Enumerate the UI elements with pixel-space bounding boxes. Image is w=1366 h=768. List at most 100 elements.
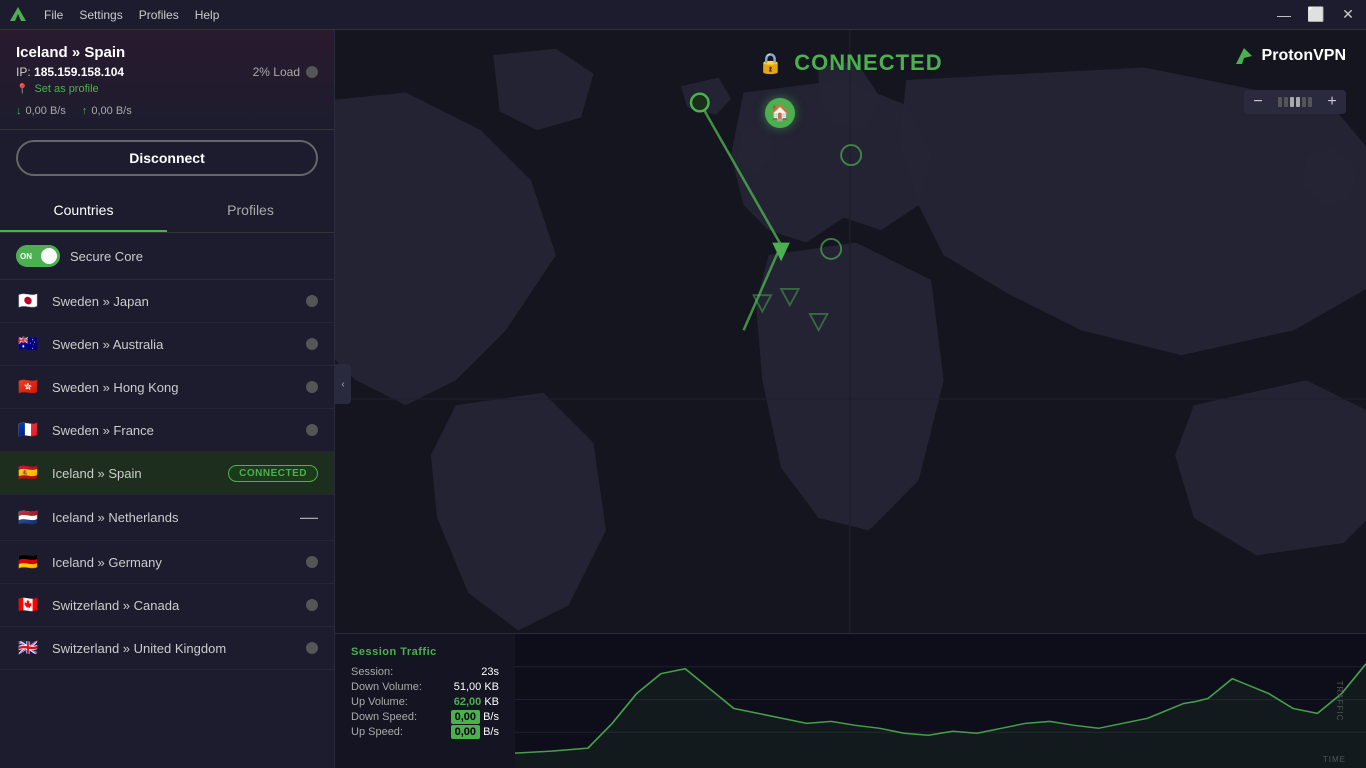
home-pin: 🏠 — [765, 98, 795, 128]
server-name: Iceland » Germany — [52, 555, 306, 570]
traffic-chart-svg — [515, 634, 1366, 768]
server-item[interactable]: 🇳🇱 Iceland » Netherlands — — [0, 495, 334, 541]
server-name: Iceland » Spain — [52, 466, 228, 481]
main-layout: Iceland » Spain IP: 185.159.158.104 2% L… — [0, 30, 1366, 768]
proton-logo-icon — [8, 5, 28, 25]
down-speed-value: 0,00 B/s — [26, 105, 66, 117]
up-volume-value: 62,00 KB — [454, 696, 499, 708]
up-volume-row: Up Volume: 62,00 KB — [351, 696, 499, 708]
flag-icon: 🇫🇷 — [16, 421, 40, 439]
ip-label: IP: — [16, 65, 31, 79]
up-speed-stat: 0,00 B/s — [451, 726, 499, 738]
down-volume-row: Down Volume: 51,00 KB — [351, 681, 499, 693]
menu-help[interactable]: Help — [195, 8, 220, 22]
zoom-seg — [1308, 97, 1312, 107]
server-load-indicator — [306, 599, 318, 611]
protonvpn-label: ProtonVPN — [1262, 47, 1346, 65]
server-load-indicator — [306, 642, 318, 654]
down-volume-value: 51,00 KB — [454, 681, 499, 693]
titlebar-menu: File Settings Profiles Help — [44, 8, 219, 22]
server-item[interactable]: 🇩🇪 Iceland » Germany — [0, 541, 334, 584]
up-speed-row: Up Speed: 0,00 B/s — [351, 726, 499, 738]
server-name: Sweden » Australia — [52, 337, 306, 352]
server-item[interactable]: 🇫🇷 Sweden » France — [0, 409, 334, 452]
flag-icon: 🇩🇪 — [16, 553, 40, 571]
ip-value: 185.159.158.104 — [34, 65, 124, 79]
server-name: Sweden » Japan — [52, 294, 306, 309]
flag-icon: 🇬🇧 — [16, 639, 40, 657]
server-name: Iceland » Netherlands — [52, 510, 300, 525]
server-item[interactable]: 🇬🇧 Switzerland » United Kingdom — [0, 627, 334, 670]
titlebar-left: File Settings Profiles Help — [8, 5, 219, 25]
menu-file[interactable]: File — [44, 8, 63, 22]
zoom-controls: − + — [1244, 90, 1346, 114]
server-list: 🇯🇵 Sweden » Japan 🇦🇺 Sweden » Australia … — [0, 280, 334, 768]
server-item[interactable]: 🇭🇰 Sweden » Hong Kong — [0, 366, 334, 409]
up-speed: ↑ 0,00 B/s — [82, 105, 132, 117]
tab-countries[interactable]: Countries — [0, 190, 167, 232]
server-item[interactable]: 🇦🇺 Sweden » Australia — [0, 323, 334, 366]
up-speed-label: Up Speed: — [351, 726, 403, 738]
tab-profiles[interactable]: Profiles — [167, 190, 334, 232]
flag-icon: 🇪🇸 — [16, 464, 40, 482]
maximize-button[interactable]: ⬜ — [1306, 5, 1326, 25]
server-load-indicator — [306, 295, 318, 307]
zoom-seg — [1296, 97, 1300, 107]
connected-badge: CONNECTED — [228, 465, 318, 482]
speed-row: ↓ 0,00 B/s ↑ 0,00 B/s — [16, 105, 318, 117]
server-name: Sweden » France — [52, 423, 306, 438]
zoom-seg — [1290, 97, 1294, 107]
down-arrow-icon: ↓ — [16, 105, 22, 117]
zoom-bar — [1272, 97, 1318, 107]
toggle-knob — [41, 248, 57, 264]
server-name: Switzerland » United Kingdom — [52, 641, 306, 656]
current-server: Iceland » Spain — [16, 44, 318, 61]
lock-icon: 🔒 — [758, 51, 784, 76]
flag-icon: 🇦🇺 — [16, 335, 40, 353]
server-item[interactable]: 🇨🇦 Switzerland » Canada — [0, 584, 334, 627]
server-item[interactable]: 🇯🇵 Sweden » Japan — [0, 280, 334, 323]
ip-info: IP: 185.159.158.104 — [16, 65, 124, 79]
session-label: Session: — [351, 666, 393, 678]
server-load-indicator — [306, 338, 318, 350]
zoom-out-button[interactable]: − — [1244, 90, 1272, 114]
zoom-seg — [1302, 97, 1306, 107]
server-item-connected[interactable]: 🇪🇸 Iceland » Spain CONNECTED — [0, 452, 334, 495]
set-profile[interactable]: 📍 Set as profile — [16, 83, 318, 95]
load-text: 2% Load — [253, 65, 300, 79]
close-button[interactable]: ✕ — [1338, 5, 1358, 25]
flag-icon: 🇨🇦 — [16, 596, 40, 614]
down-speed: ↓ 0,00 B/s — [16, 105, 66, 117]
traffic-axis-label: TRAFFIC — [1335, 681, 1344, 722]
sidebar: Iceland » Spain IP: 185.159.158.104 2% L… — [0, 30, 335, 768]
down-speed-label: Down Speed: — [351, 711, 417, 723]
secure-core-row: ON Secure Core — [0, 233, 334, 280]
down-speed-row: Down Speed: 0,00 B/s — [351, 711, 499, 723]
server-name: Switzerland » Canada — [52, 598, 306, 613]
traffic-chart: TRAFFIC TIME — [515, 634, 1366, 768]
load-info: 2% Load — [253, 65, 318, 79]
server-load-indicator — [306, 424, 318, 436]
secure-core-label: Secure Core — [70, 249, 143, 264]
down-speed-stat: 0,00 B/s — [451, 711, 499, 723]
minimize-button[interactable]: — — [1274, 5, 1294, 25]
collapse-sidebar-button[interactable]: ‹ — [335, 364, 351, 404]
send-icon — [1234, 46, 1254, 66]
disconnect-button[interactable]: Disconnect — [16, 140, 318, 176]
ip-row: IP: 185.159.158.104 2% Load — [16, 65, 318, 79]
zoom-in-button[interactable]: + — [1318, 90, 1346, 114]
titlebar: File Settings Profiles Help — ⬜ ✕ — [0, 0, 1366, 30]
expand-icon: — — [300, 507, 318, 528]
up-volume-label: Up Volume: — [351, 696, 408, 708]
traffic-panel: Session Traffic Session: 23s Down Volume… — [335, 633, 1366, 768]
menu-settings[interactable]: Settings — [79, 8, 122, 22]
server-load-indicator — [306, 381, 318, 393]
connection-info: Iceland » Spain IP: 185.159.158.104 2% L… — [0, 30, 334, 130]
menu-profiles[interactable]: Profiles — [139, 8, 179, 22]
flag-icon: 🇯🇵 — [16, 292, 40, 310]
flag-icon: 🇳🇱 — [16, 509, 40, 527]
secure-core-toggle[interactable]: ON — [16, 245, 60, 267]
tabs: Countries Profiles — [0, 190, 334, 233]
connected-status: 🔒 CONNECTED — [758, 50, 942, 76]
time-axis-label: TIME — [1323, 755, 1346, 764]
